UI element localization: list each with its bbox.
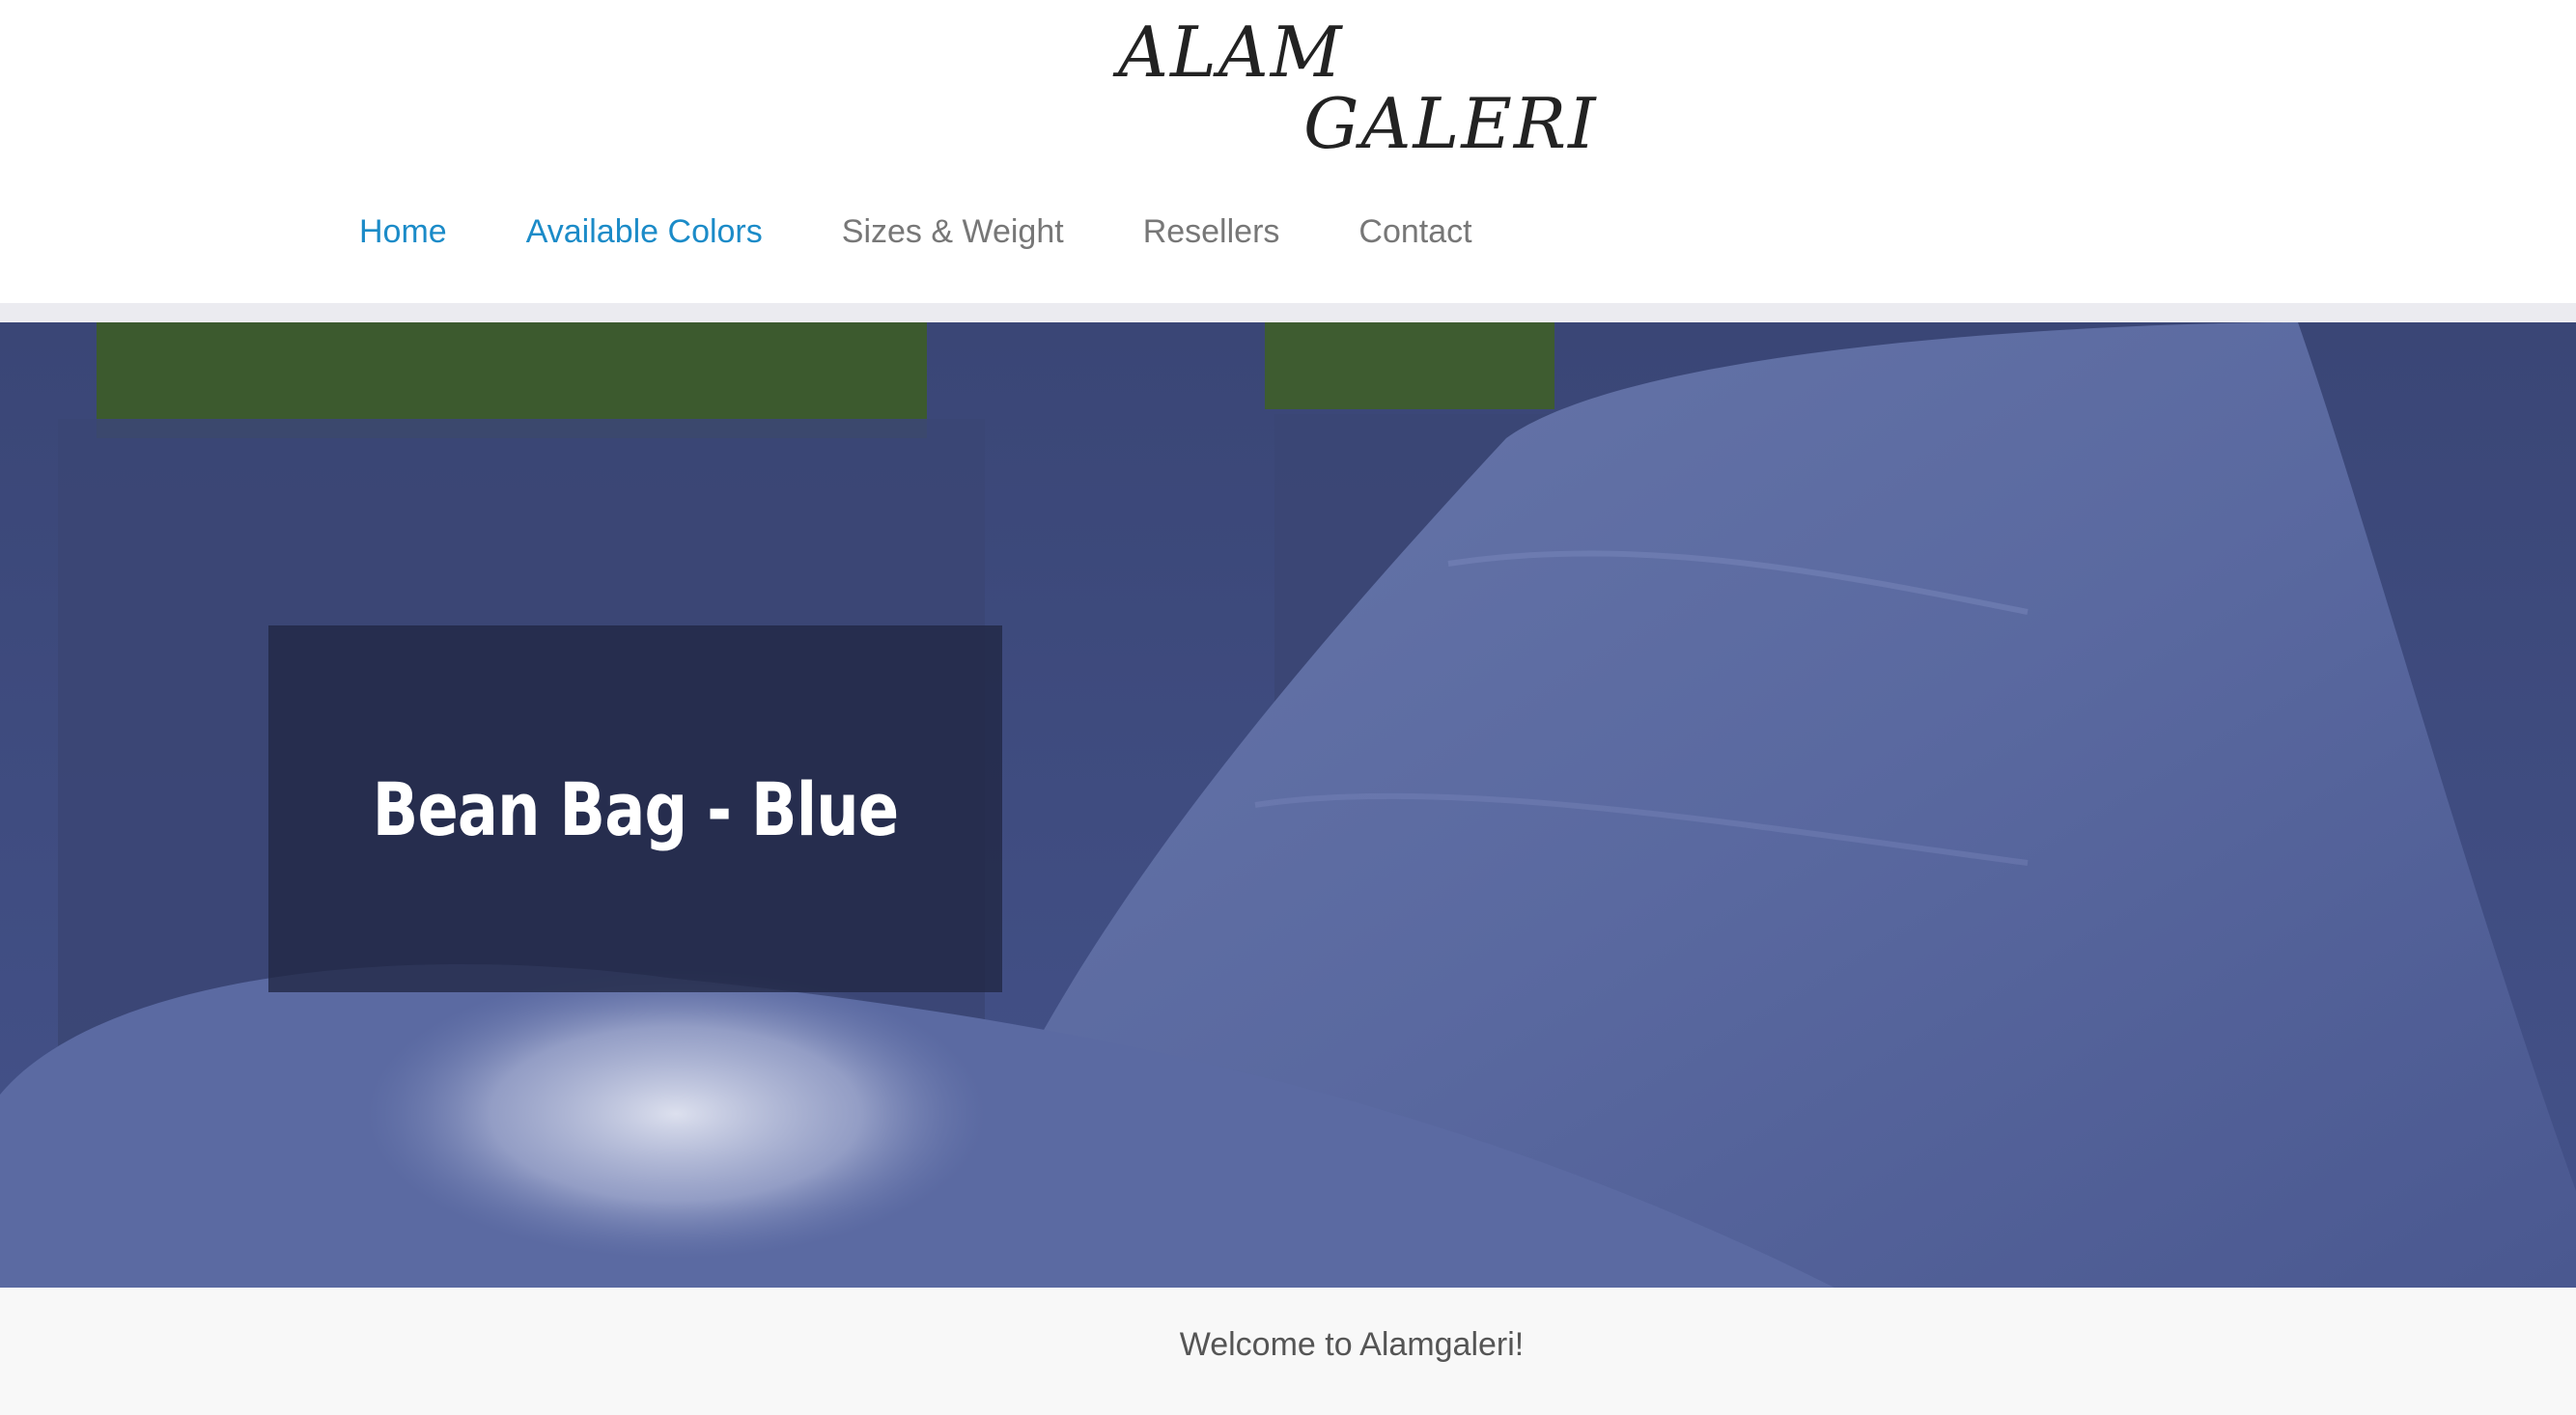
nav-item-contact[interactable]: Contact	[1358, 213, 1471, 251]
nav-item-sizes-weight[interactable]: Sizes & Weight	[842, 213, 1064, 251]
main-nav: Home Available Colors Sizes & Weight Res…	[359, 205, 1552, 259]
nav-item-resellers[interactable]: Resellers	[1143, 213, 1280, 251]
welcome-band: Welcome to Alamgaleri!	[0, 1288, 2576, 1415]
site-logo[interactable]: ALAM GALERI	[1110, 14, 1612, 168]
hero-caption-box: Bean Bag - Blue	[268, 625, 1002, 992]
page: ALAM GALERI Home Available Colors Sizes …	[0, 0, 2576, 1415]
site-header: ALAM GALERI Home Available Colors Sizes …	[0, 0, 2576, 303]
hero-banner: Bean Bag - Blue	[0, 322, 2576, 1288]
nav-item-available-colors[interactable]: Available Colors	[526, 213, 763, 251]
hero-caption-title: Bean Bag - Blue	[372, 765, 899, 852]
logo-line-2: GALERI	[1303, 83, 1598, 164]
header-divider	[0, 303, 2576, 322]
welcome-text: Welcome to Alamgaleri!	[1179, 1326, 1525, 1363]
nav-item-home[interactable]: Home	[359, 213, 447, 251]
logo-line-1: ALAM	[1118, 12, 1344, 93]
